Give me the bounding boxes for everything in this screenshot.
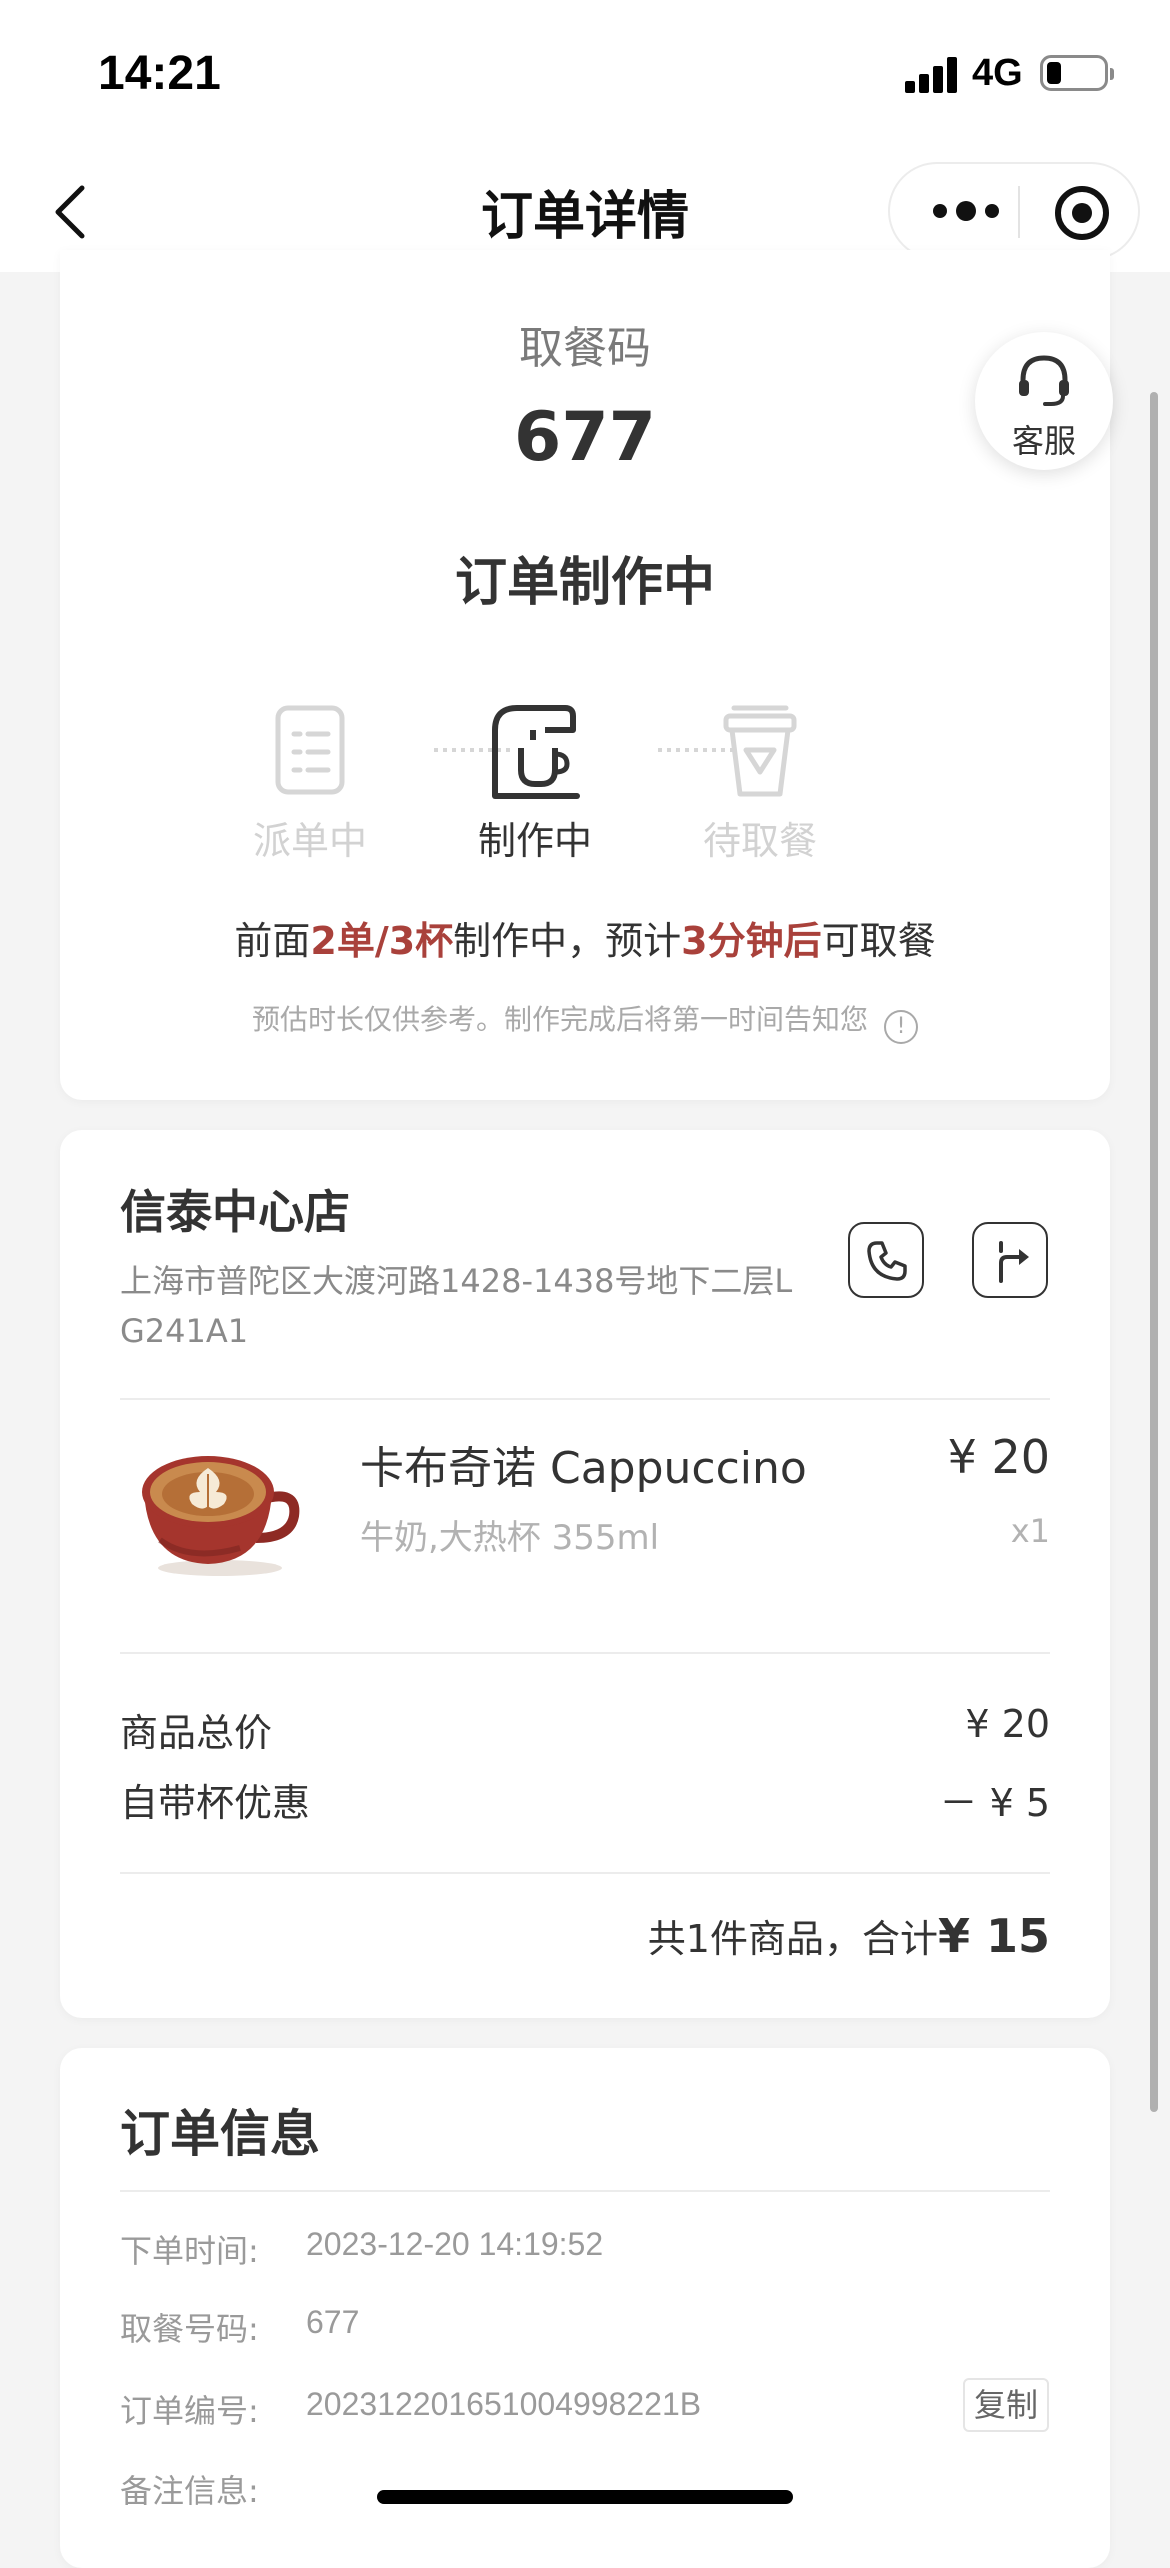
capsule-divider [1018, 186, 1020, 238]
order-number-value: 20231220165100499822​1B [306, 2386, 702, 2422]
queue-count: 2单/3杯 [310, 919, 454, 963]
store-order-card: 信泰中心店 上海市普陀区大渡河路1428-1438号地下二层L G241A1 卡… [60, 1130, 1110, 2018]
discount-value: － ¥ 5 [939, 1781, 1050, 1825]
signal-icon [905, 57, 959, 93]
product-price: ¥ 20 [947, 1430, 1050, 1484]
battery-icon [1040, 55, 1114, 91]
discount-label: 自带杯优惠 [120, 1781, 311, 1825]
miniapp-capsule [888, 162, 1140, 260]
total-amount: ¥ 15 [937, 1909, 1050, 1963]
pickup-number-value: 677 [306, 2304, 360, 2340]
subtotal-value: ¥ 20 [965, 1702, 1050, 1746]
coffee-machine-icon [492, 705, 580, 799]
pickup-code: 677 [514, 398, 656, 477]
order-number-label: 订单编号: [120, 2392, 259, 2430]
product-name: 卡布奇诺 Cappuccino [360, 1443, 807, 1494]
progress-prefix: 前面 [234, 919, 311, 963]
product-quantity: x1 [1010, 1512, 1050, 1550]
dispatch-list-icon [275, 705, 345, 795]
call-store-button[interactable] [848, 1222, 924, 1298]
divider [120, 1398, 1050, 1400]
subtotal-label: 商品总价 [120, 1711, 273, 1755]
step-awaiting-pickup: 待取餐 [650, 700, 870, 863]
status-time: 14:21 [98, 47, 221, 100]
progress-suffix: 可取餐 [821, 919, 936, 963]
customer-service-button[interactable]: 客服 [975, 332, 1113, 470]
divider [120, 1652, 1050, 1654]
order-status-card: 取餐码 677 订单制作中 派单中 制作中 待取餐 前面2单/3杯制作中，预计3… [60, 250, 1110, 1100]
copy-order-number-button[interactable]: 复制 [963, 2378, 1049, 2432]
cup-icon [723, 705, 797, 797]
pickup-code-label: 取餐码 [519, 323, 651, 374]
eta: 3分钟后 [681, 919, 822, 963]
navigate-store-button[interactable] [972, 1222, 1048, 1298]
home-indicator[interactable] [377, 2490, 793, 2504]
phone-icon [867, 1241, 907, 1281]
step-making: 制作中 [425, 700, 645, 863]
info-icon[interactable]: ! [884, 1010, 918, 1044]
navigation-icon [999, 1241, 1029, 1283]
status-bar: 14:21 4G [0, 0, 1170, 150]
scrollbar[interactable] [1150, 392, 1158, 2112]
close-target-icon [1055, 186, 1109, 240]
step-label: 制作中 [477, 819, 592, 863]
order-time-label: 下单时间: [120, 2232, 259, 2270]
step-label: 待取餐 [702, 819, 817, 863]
customer-service-label: 客服 [1011, 422, 1076, 460]
order-info-title: 订单信息 [120, 2105, 320, 2163]
step-dispatching: 派单中 [200, 700, 420, 863]
remarks-label: 备注信息: [120, 2472, 259, 2510]
network-label: 4G [972, 52, 1023, 94]
headset-icon [1019, 355, 1069, 406]
more-button[interactable] [926, 184, 1006, 238]
close-miniapp-button[interactable] [1054, 185, 1110, 241]
progress-note: 预估时长仅供参考。制作完成后将第一时间告知您! [60, 998, 1110, 1044]
progress-middle: 制作中，预计 [453, 919, 682, 963]
more-dots-icon [933, 201, 999, 221]
cappuccino-image [142, 1456, 300, 1576]
progress-estimate: 前面2单/3杯制作中，预计3分钟后可取餐 [60, 910, 1110, 965]
pickup-number-label: 取餐号码: [120, 2310, 259, 2348]
order-status-title: 订单制作中 [454, 553, 715, 613]
battery-level [1047, 62, 1061, 84]
order-total: 共1件商品，合计¥ 15 [648, 1908, 1050, 1963]
divider [120, 1872, 1050, 1874]
progress-note-text: 预估时长仅供参考。制作完成后将第一时间告知您 [251, 1003, 868, 1036]
product-spec: 牛奶,大热杯 355ml [360, 1518, 660, 1558]
store-address: 上海市普陀区大渡河路1428-1438号地下二层L G241A1 [120, 1262, 793, 1350]
divider [120, 2190, 1050, 2192]
step-label: 派单中 [252, 819, 367, 863]
order-time-value: 2023-12-20 14:19:52 [306, 2226, 604, 2262]
total-prefix: 共1件商品，合计 [647, 1917, 938, 1961]
store-name: 信泰中心店 [120, 1185, 350, 1239]
